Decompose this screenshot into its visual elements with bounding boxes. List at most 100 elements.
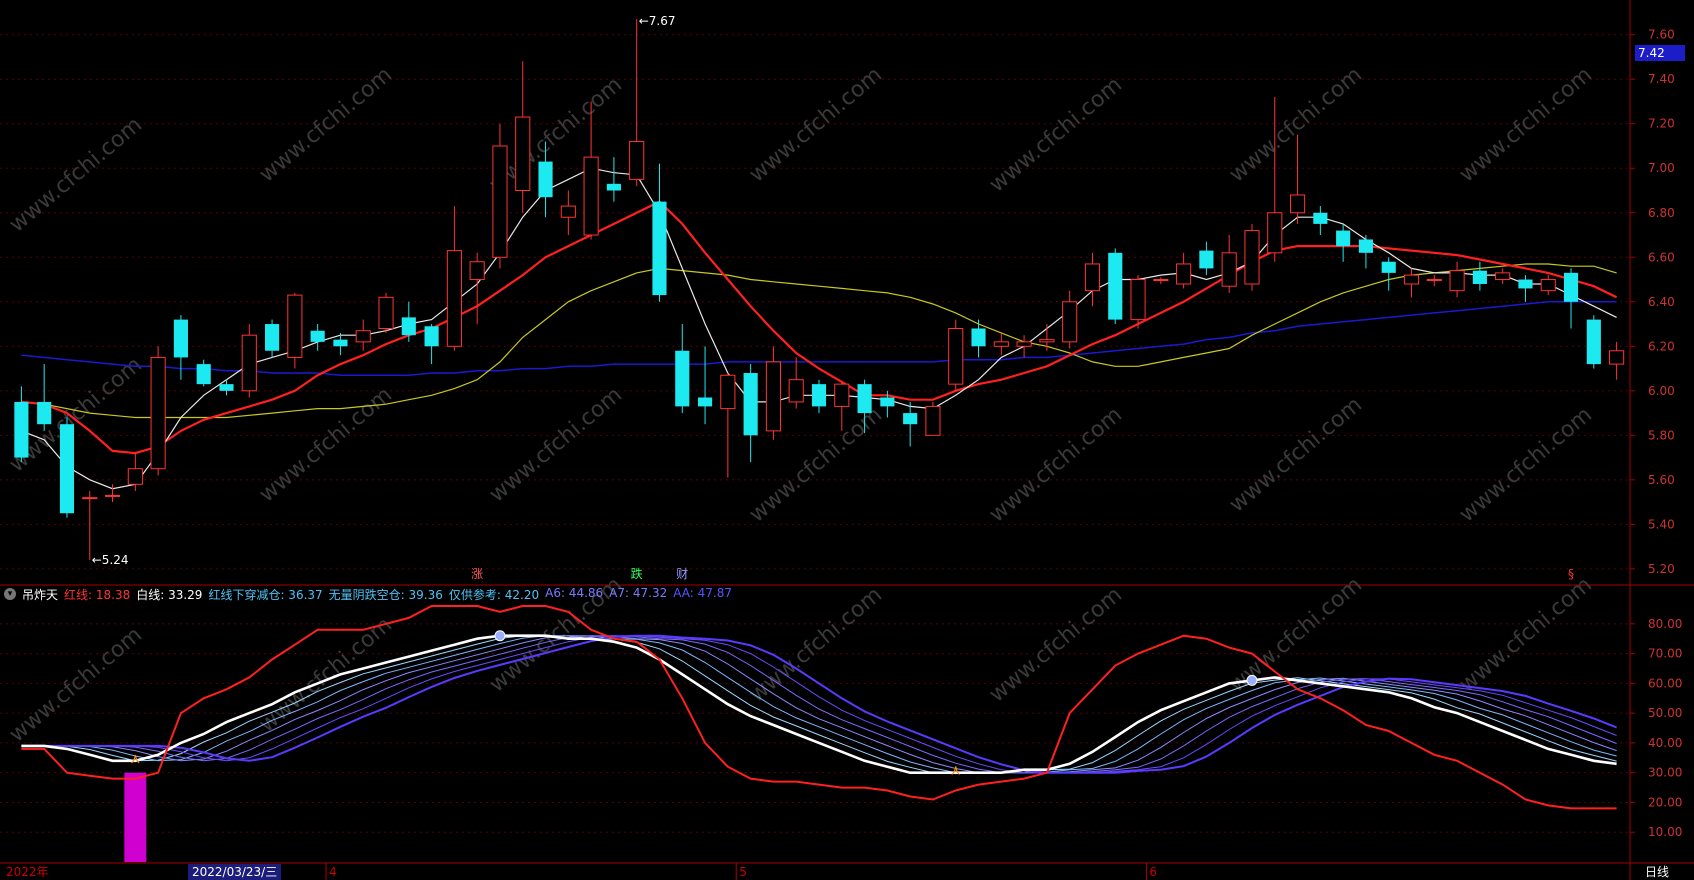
watermark-text: www.cfchi.com [5,622,147,747]
candle-body-down [1586,319,1601,365]
main-y-tick-label: 5.20 [1648,562,1675,576]
ma-white-line [21,167,1617,490]
watermark-text: www.cfchi.com [1225,392,1367,517]
legend-item: 白线: 33.29 [136,587,203,602]
candle-body-up [515,116,531,192]
last-price-badge: 7.42 [1635,45,1685,61]
candle-body-up [355,330,371,343]
main-y-tick-label: 7.60 [1648,28,1675,42]
candle-body-down [196,364,211,385]
candle-body-down [310,330,325,342]
high-price-label: ←7.67 [639,14,676,28]
watermark-text: www.cfchi.com [1455,572,1597,697]
main-y-tick-label: 6.40 [1648,295,1675,309]
candle-body-up [1609,350,1625,365]
candle-body-down [1563,272,1579,302]
candle-body-up [1267,212,1283,254]
indicator-y-tick-label: 70.00 [1648,647,1682,661]
candle-body-down [1199,250,1214,269]
candle-body-up [925,405,941,436]
candle-body-up [469,261,485,281]
signal-marker: 财 [676,567,688,581]
watermark-text: www.cfchi.com [255,382,397,507]
candle-body-down [1518,279,1533,289]
watermark-text: www.cfchi.com [1455,402,1597,527]
month-label: 6 [1149,865,1158,879]
candle-body-up [1540,279,1556,292]
indicator-legend: ▾ 吊炸天 红线: 18.38 白线: 33.29 红线下穿减仓: 36.37 无量阴… [4,585,732,603]
candle-body-down [1358,239,1373,253]
candle-body-down [1108,252,1123,320]
indicator-y-tick-label: 30.00 [1648,766,1682,780]
watermark-text: www.cfchi.com [985,72,1127,197]
main-y-tick-label: 7.40 [1648,72,1675,86]
candle-body-up [560,205,576,218]
period-label[interactable]: 日线 [1645,864,1669,880]
month-label: 4 [329,865,337,879]
indicator-bar [124,772,147,862]
main-y-tick-label: 6.60 [1648,250,1675,264]
candle-body-up [1130,279,1146,321]
candle-body-down [675,350,690,407]
legend-item: A7: 47.32 [609,585,668,600]
buy-signal-icon: ⋏ [130,751,140,767]
candle-body-down [401,317,416,336]
candle-body-up [104,494,121,497]
candle-body-down [971,328,986,347]
candle-body-up [1449,270,1465,292]
year-label: 2022年 [6,865,49,879]
legend-item: 红线下穿减仓: 36.37 [208,587,323,602]
candle-body-down [1313,212,1328,224]
candle-body-down [333,339,348,347]
legend-item: 无量阴跌空仓: 39.36 [328,587,443,602]
candle-body-down [538,161,553,198]
main-y-tick-label: 7.00 [1648,161,1675,175]
indicator-y-tick-label: 40.00 [1648,736,1682,750]
current-date-badge: 2022/03/23/三 [188,864,282,880]
stock-chart[interactable]: 7.60 7.40 7.20 7.00 6.80 6.60 6.40 6.20 6.00 5.80… [0,0,1694,880]
candle-body-up [948,327,964,385]
candle-body-down [1472,270,1487,284]
candle-body-up [1153,279,1169,282]
watermark-text: www.cfchi.com [985,582,1127,707]
watermark-text: www.cfchi.com [485,382,627,507]
indicator-collapse-icon[interactable]: ▾ [4,588,16,600]
main-y-tick-label: 5.40 [1648,517,1675,531]
candle-body-down [903,413,918,425]
candle-body-up [1176,263,1192,285]
candle-body-down [219,384,234,391]
candle-body-down [1336,230,1351,247]
candle-body-up [1426,279,1442,282]
candle-body-up [446,250,462,347]
watermark-text: www.cfchi.com [745,62,887,187]
main-y-tick-label: 5.80 [1648,428,1675,442]
sell-signal-icon [494,630,506,642]
legend-item: AA: 47.87 [673,585,732,600]
signal-marker: 涨 [471,566,483,581]
watermark-text: www.cfchi.com [1455,62,1597,187]
candle-body-down [606,183,621,191]
candle-body-up [150,356,166,470]
candle-body-up [82,497,98,500]
watermark-text: www.cfchi.com [255,62,397,187]
legend-item: 仅供参考: 42.20 [448,587,540,602]
signal-marker: § [1568,567,1574,581]
candle-body-down [811,384,827,407]
candle-body-down [37,401,52,425]
candle-body-down [857,384,872,414]
candle-body-up [287,294,303,358]
main-y-tick-label: 6.00 [1648,384,1675,398]
indicator-y-tick-label: 60.00 [1648,676,1682,690]
month-label: 5 [739,865,747,879]
candle-body-up [1016,341,1032,347]
candle-body-down [880,397,895,407]
candle-body-up [1221,252,1237,287]
buy-signal-icon: ⋏ [951,763,961,779]
candle-body-up [241,334,257,392]
candle-body-up [834,383,850,407]
candle-body-up [492,145,508,258]
candle-body-up [720,374,736,410]
candle-body-up [1403,274,1420,285]
main-y-tick-label: 6.20 [1648,339,1675,353]
candle-body-up [1244,230,1260,285]
